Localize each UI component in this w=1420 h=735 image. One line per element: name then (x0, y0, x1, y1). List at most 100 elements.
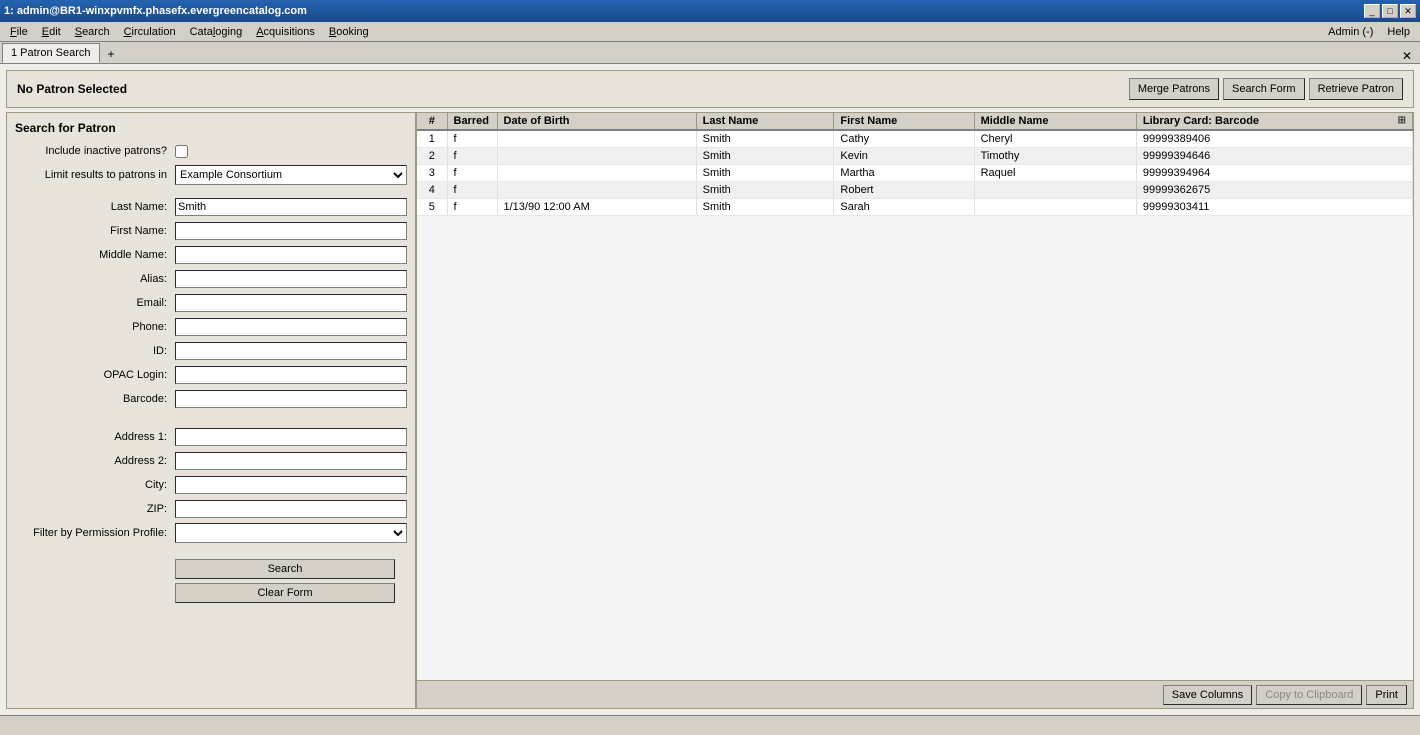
close-button[interactable]: ✕ (1400, 4, 1416, 18)
col-header-lastname[interactable]: Last Name (696, 113, 834, 130)
col-header-barred[interactable]: Barred (447, 113, 497, 130)
banner-buttons: Merge Patrons Search Form Retrieve Patro… (1129, 78, 1403, 100)
col-header-librarycard[interactable]: Library Card: Barcode ⊞ (1136, 113, 1412, 130)
expand-col-icon[interactable]: ⊞ (1398, 115, 1406, 126)
opac-login-label: OPAC Login: (15, 369, 175, 381)
first-name-row: First Name: (15, 221, 407, 241)
cell-barred: f (447, 165, 497, 182)
print-button[interactable]: Print (1366, 685, 1407, 705)
cell-num: 4 (417, 182, 447, 199)
admin-menu[interactable]: Admin (-) (1322, 24, 1379, 40)
retrieve-patron-button[interactable]: Retrieve Patron (1309, 78, 1403, 100)
col-header-middlename[interactable]: Middle Name (974, 113, 1136, 130)
address2-input[interactable] (175, 452, 407, 470)
middle-name-row: Middle Name: (15, 245, 407, 265)
cell-num: 3 (417, 165, 447, 182)
tab-patron-search[interactable]: 1 Patron Search (2, 43, 100, 63)
limit-results-select[interactable]: Example Consortium (175, 165, 407, 185)
cell-firstname: Cathy (834, 130, 974, 148)
tab-label: 1 Patron Search (11, 47, 91, 59)
phone-input[interactable] (175, 318, 407, 336)
middle-name-input[interactable] (175, 246, 407, 264)
cell-lastname: Smith (696, 148, 834, 165)
form-actions: Search Clear Form (15, 559, 407, 603)
cell-dob (497, 182, 696, 199)
address2-label: Address 2: (15, 455, 175, 467)
id-row: ID: (15, 341, 407, 361)
menu-search[interactable]: Search (69, 24, 116, 40)
add-tab-button[interactable]: + (102, 45, 121, 63)
email-input[interactable] (175, 294, 407, 312)
limit-results-row: Limit results to patrons in Example Cons… (15, 165, 407, 185)
phone-row: Phone: (15, 317, 407, 337)
city-input[interactable] (175, 476, 407, 494)
barcode-label: Barcode: (15, 393, 175, 405)
menu-acquisitions[interactable]: Acquisitions (250, 24, 321, 40)
table-row[interactable]: 4 f Smith Robert 99999362675 (417, 182, 1413, 199)
phone-label: Phone: (15, 321, 175, 333)
zip-input[interactable] (175, 500, 407, 518)
cell-librarycard: 99999362675 (1136, 182, 1412, 199)
col-header-num[interactable]: # (417, 113, 447, 130)
status-bar (0, 715, 1420, 735)
cell-num: 1 (417, 130, 447, 148)
barcode-input[interactable] (175, 390, 407, 408)
save-columns-button[interactable]: Save Columns (1163, 685, 1253, 705)
cell-librarycard: 99999394964 (1136, 165, 1412, 182)
email-row: Email: (15, 293, 407, 313)
menu-booking[interactable]: Booking (323, 24, 375, 40)
cell-middlename: Timothy (974, 148, 1136, 165)
first-name-input[interactable] (175, 222, 407, 240)
table-row[interactable]: 1 f Smith Cathy Cheryl 99999389406 (417, 130, 1413, 148)
cell-librarycard: 99999389406 (1136, 130, 1412, 148)
opac-login-input[interactable] (175, 366, 407, 384)
last-name-input[interactable] (175, 198, 407, 216)
table-row[interactable]: 3 f Smith Martha Raquel 99999394964 (417, 165, 1413, 182)
clear-form-button[interactable]: Clear Form (175, 583, 395, 603)
limit-results-label: Limit results to patrons in (15, 169, 175, 181)
cell-dob: 1/13/90 12:00 AM (497, 199, 696, 216)
zip-row: ZIP: (15, 499, 407, 519)
alias-input[interactable] (175, 270, 407, 288)
tab-bar: 1 Patron Search + ✕ (0, 42, 1420, 64)
maximize-button[interactable]: □ (1382, 4, 1398, 18)
alias-label: Alias: (15, 273, 175, 285)
menu-circulation[interactable]: Circulation (118, 24, 182, 40)
results-table: # Barred Date of Birth Last Name First N… (417, 113, 1413, 216)
cell-dob (497, 130, 696, 148)
cell-middlename (974, 199, 1136, 216)
cell-librarycard: 99999303411 (1136, 199, 1412, 216)
cell-middlename: Cheryl (974, 130, 1136, 148)
title-bar-controls: _ □ ✕ (1364, 4, 1416, 18)
copy-to-clipboard-button[interactable]: Copy to Clipboard (1256, 685, 1362, 705)
help-menu[interactable]: Help (1381, 24, 1416, 40)
cell-middlename (974, 182, 1136, 199)
filter-profile-select[interactable] (175, 523, 407, 543)
menu-file[interactable]: File (4, 24, 34, 40)
title-bar-text: 1: admin@BR1-winxpvmfx.phasefx.evergreen… (4, 5, 307, 17)
zip-label: ZIP: (15, 503, 175, 515)
cell-barred: f (447, 130, 497, 148)
minimize-button[interactable]: _ (1364, 4, 1380, 18)
address1-input[interactable] (175, 428, 407, 446)
merge-patrons-button[interactable]: Merge Patrons (1129, 78, 1219, 100)
table-row[interactable]: 2 f Smith Kevin Timothy 99999394646 (417, 148, 1413, 165)
cell-firstname: Martha (834, 165, 974, 182)
middle-name-label: Middle Name: (15, 249, 175, 261)
menu-cataloging[interactable]: Cataloging (184, 24, 249, 40)
cell-dob (497, 148, 696, 165)
col-header-firstname[interactable]: First Name (834, 113, 974, 130)
main-content: No Patron Selected Merge Patrons Search … (0, 64, 1420, 715)
address1-label: Address 1: (15, 431, 175, 443)
menu-edit[interactable]: Edit (36, 24, 67, 40)
search-button[interactable]: Search (175, 559, 395, 579)
cell-lastname: Smith (696, 165, 834, 182)
cell-firstname: Robert (834, 182, 974, 199)
include-inactive-checkbox[interactable] (175, 145, 188, 158)
results-table-container[interactable]: # Barred Date of Birth Last Name First N… (417, 113, 1413, 680)
search-form-button[interactable]: Search Form (1223, 78, 1305, 100)
col-header-dob[interactable]: Date of Birth (497, 113, 696, 130)
tab-close-icon[interactable]: ✕ (1402, 49, 1418, 63)
id-input[interactable] (175, 342, 407, 360)
table-row[interactable]: 5 f 1/13/90 12:00 AM Smith Sarah 9999930… (417, 199, 1413, 216)
